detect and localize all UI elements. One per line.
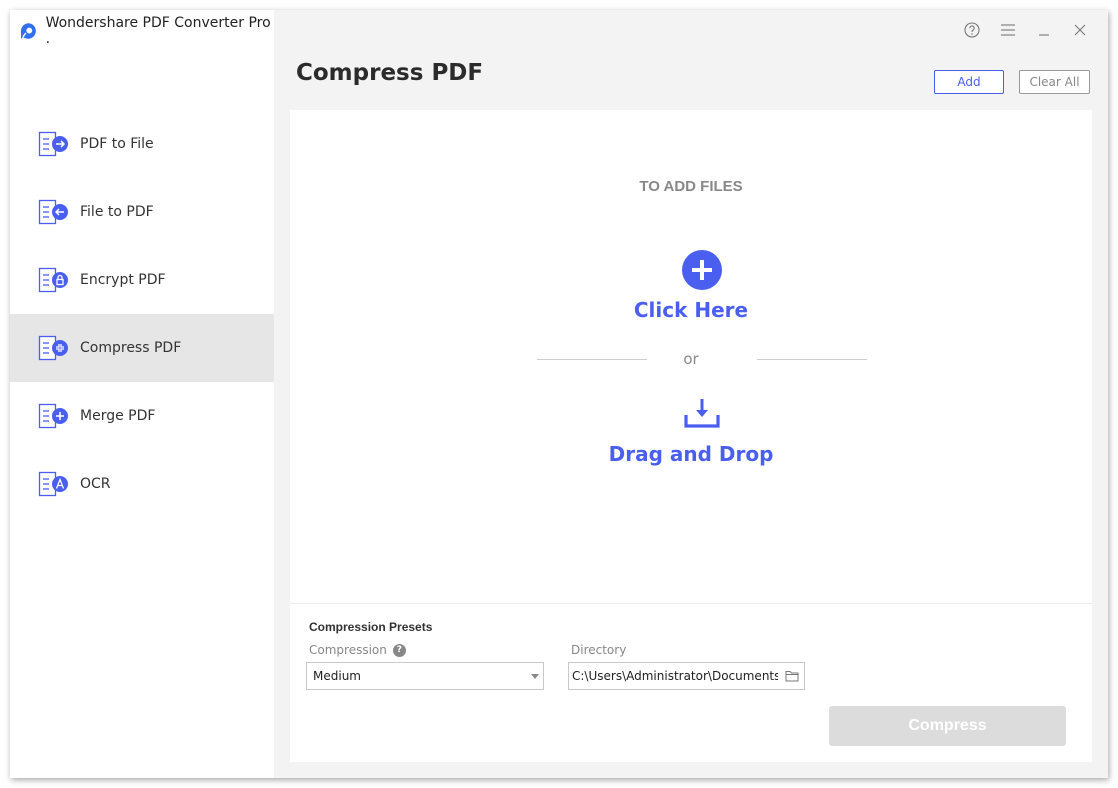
sidebar-item-merge-pdf[interactable]: Merge PDF (10, 382, 274, 450)
minimize-icon (1039, 34, 1049, 36)
add-file-plus-icon[interactable] (682, 250, 722, 290)
app-title: Wondershare PDF Converter Pro . (45, 15, 271, 47)
compression-presets-title: Compression Presets (309, 620, 433, 634)
sidebar-item-label: OCR (80, 476, 111, 492)
compression-value: Medium (313, 669, 361, 683)
merge-pdf-icon (38, 403, 68, 429)
help-circle-icon (964, 22, 980, 38)
sidebar-item-compress-pdf[interactable]: Compress PDF (10, 314, 274, 382)
divider-right (757, 359, 867, 360)
compression-label: Compression (309, 643, 387, 657)
or-text: or (683, 350, 699, 368)
sidebar-item-label: File to PDF (80, 204, 154, 220)
sidebar-item-ocr[interactable]: OCR (10, 450, 274, 518)
window-controls (962, 20, 1090, 40)
sidebar-item-encrypt-pdf[interactable]: Encrypt PDF (10, 246, 274, 314)
sidebar-item-file-to-pdf[interactable]: File to PDF (10, 178, 274, 246)
app-title-bar: Wondershare PDF Converter Pro . (20, 15, 274, 47)
help-icon[interactable]: ? (392, 643, 406, 657)
compression-label-row: Compression ? (309, 643, 406, 657)
compress-pdf-icon (38, 335, 68, 361)
ocr-icon (38, 471, 68, 497)
directory-input[interactable]: C:\Users\Administrator\Documents\Wonders… (568, 662, 805, 690)
sidebar-item-label: Encrypt PDF (80, 272, 166, 288)
close-button[interactable] (1070, 20, 1090, 40)
sidebar-item-label: Compress PDF (80, 340, 182, 356)
clear-all-button[interactable]: Clear All (1019, 70, 1090, 94)
sidebar-item-pdf-to-file[interactable]: PDF to File (10, 110, 274, 178)
download-tray-icon (684, 399, 720, 428)
sidebar-item-label: PDF to File (80, 136, 154, 152)
file-dropzone[interactable]: TO ADD FILES Click Here or Drag and Drop (290, 110, 1092, 603)
chevron-down-icon (531, 674, 539, 679)
main-panel: TO ADD FILES Click Here or Drag and Drop… (290, 110, 1092, 762)
drag-and-drop-label: Drag and Drop (608, 442, 774, 466)
app-logo-icon (20, 23, 36, 39)
encrypt-pdf-icon (38, 267, 68, 293)
sidebar-item-label: Merge PDF (80, 408, 156, 424)
app-window: Wondershare PDF Converter Pro . PDF to F… (10, 10, 1108, 778)
compression-select[interactable]: Medium (306, 662, 544, 690)
directory-value: C:\Users\Administrator\Documents\Wonders… (572, 669, 778, 683)
folder-icon[interactable] (785, 670, 799, 682)
compress-button[interactable]: Compress (829, 706, 1066, 746)
file-to-pdf-icon (38, 199, 68, 225)
close-icon (1074, 24, 1086, 36)
add-button[interactable]: Add (934, 70, 1004, 94)
help-button[interactable] (962, 20, 982, 40)
pdf-to-file-icon (38, 131, 68, 157)
directory-label: Directory (571, 643, 627, 657)
page-title: Compress PDF (296, 60, 484, 86)
dropzone-heading: TO ADD FILES (639, 178, 743, 195)
sidebar: Wondershare PDF Converter Pro . PDF to F… (10, 10, 274, 778)
sidebar-nav: PDF to File File to PDF Encrypt PDF Comp… (10, 110, 274, 518)
menu-button[interactable] (998, 20, 1018, 40)
click-here-link[interactable]: Click Here (290, 298, 1092, 322)
hamburger-menu-icon (1001, 24, 1015, 36)
minimize-button[interactable] (1034, 20, 1054, 40)
settings-separator (290, 603, 1092, 604)
